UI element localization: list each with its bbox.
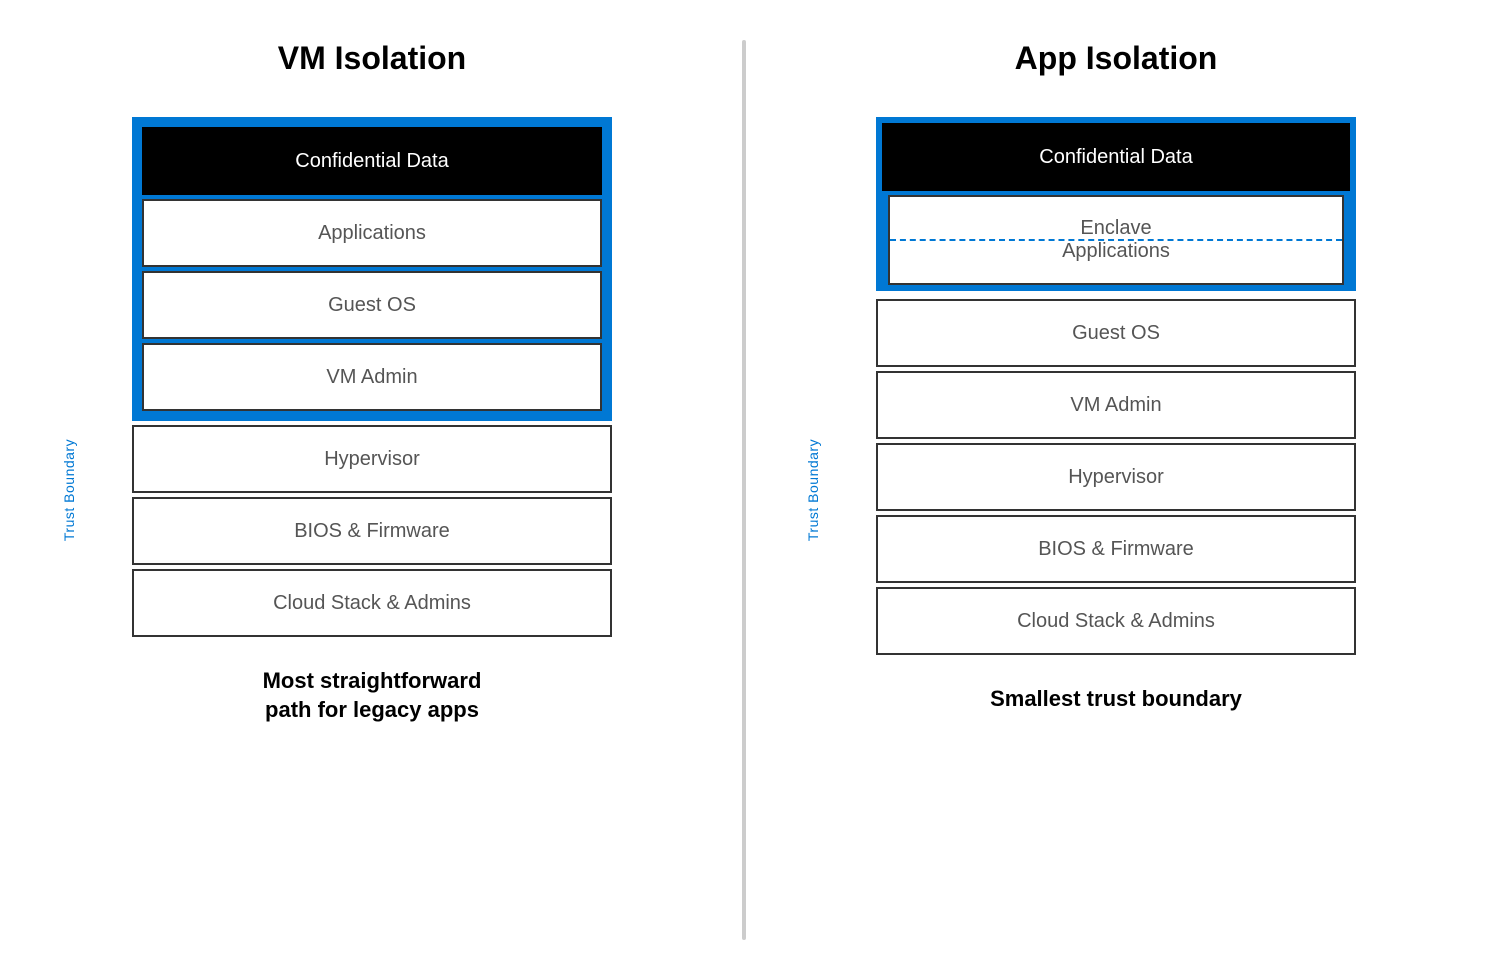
left-applications-label: Applications bbox=[318, 222, 426, 245]
right-trust-top: Confidential Data Enclave Applications bbox=[876, 117, 1356, 291]
left-vmadmin-row: VM Admin bbox=[142, 343, 602, 411]
right-enclave-top-label: Enclave bbox=[1080, 209, 1151, 240]
right-confidential-data-label: Confidential Data bbox=[1039, 146, 1192, 169]
left-guestos-row: Guest OS bbox=[142, 271, 602, 339]
right-cloudstack-row: Cloud Stack & Admins bbox=[876, 587, 1356, 655]
right-enclave-wrapper: Enclave Applications bbox=[882, 195, 1350, 291]
left-panel: VM Isolation Trust Boundary Confidential… bbox=[0, 0, 744, 980]
right-outside-rows: Guest OS VM Admin Hypervisor BIOS & Firm… bbox=[876, 299, 1356, 655]
right-guestos-row: Guest OS bbox=[876, 299, 1356, 367]
left-trust-boundary-label: Trust Boundary bbox=[61, 439, 77, 541]
left-panel-title: VM Isolation bbox=[278, 40, 466, 77]
right-hypervisor-row: Hypervisor bbox=[876, 443, 1356, 511]
left-diagram: Confidential Data Applications Guest OS … bbox=[132, 117, 612, 637]
right-diagram: Confidential Data Enclave Applications G… bbox=[876, 117, 1356, 655]
right-trust-boundary-label: Trust Boundary bbox=[805, 439, 821, 541]
left-confidential-data-label: Confidential Data bbox=[295, 150, 448, 173]
left-panel-subtitle: Most straightforwardpath for legacy apps bbox=[263, 667, 482, 724]
right-panel: App Isolation Trust Boundary Confidentia… bbox=[744, 0, 1488, 980]
right-enclave-inner: Enclave Applications bbox=[888, 195, 1344, 285]
right-hypervisor-label: Hypervisor bbox=[1068, 466, 1164, 489]
right-bios-label: BIOS & Firmware bbox=[1038, 538, 1194, 561]
right-bios-row: BIOS & Firmware bbox=[876, 515, 1356, 583]
left-bios-row: BIOS & Firmware bbox=[132, 497, 612, 565]
left-vmadmin-label: VM Admin bbox=[326, 366, 417, 389]
left-confidential-data-row: Confidential Data bbox=[142, 127, 602, 195]
left-outside-rows: Hypervisor BIOS & Firmware Cloud Stack &… bbox=[132, 425, 612, 637]
right-guestos-label: Guest OS bbox=[1072, 322, 1160, 345]
left-applications-row: Applications bbox=[142, 199, 602, 267]
left-bios-label: BIOS & Firmware bbox=[294, 520, 450, 543]
right-enclave-bottom-label: Applications bbox=[1062, 240, 1170, 271]
right-confidential-data-row: Confidential Data bbox=[882, 123, 1350, 191]
left-cloudstack-label: Cloud Stack & Admins bbox=[273, 592, 471, 615]
right-panel-subtitle: Smallest trust boundary bbox=[990, 685, 1242, 714]
left-hypervisor-label: Hypervisor bbox=[324, 448, 420, 471]
page-container: VM Isolation Trust Boundary Confidential… bbox=[0, 0, 1488, 980]
left-cloudstack-row: Cloud Stack & Admins bbox=[132, 569, 612, 637]
right-cloudstack-label: Cloud Stack & Admins bbox=[1017, 610, 1215, 633]
left-trust-box: Confidential Data Applications Guest OS … bbox=[132, 117, 612, 421]
left-hypervisor-row: Hypervisor bbox=[132, 425, 612, 493]
left-guestos-label: Guest OS bbox=[328, 294, 416, 317]
right-vmadmin-row: VM Admin bbox=[876, 371, 1356, 439]
right-vmadmin-label: VM Admin bbox=[1070, 394, 1161, 417]
right-panel-title: App Isolation bbox=[1015, 40, 1218, 77]
